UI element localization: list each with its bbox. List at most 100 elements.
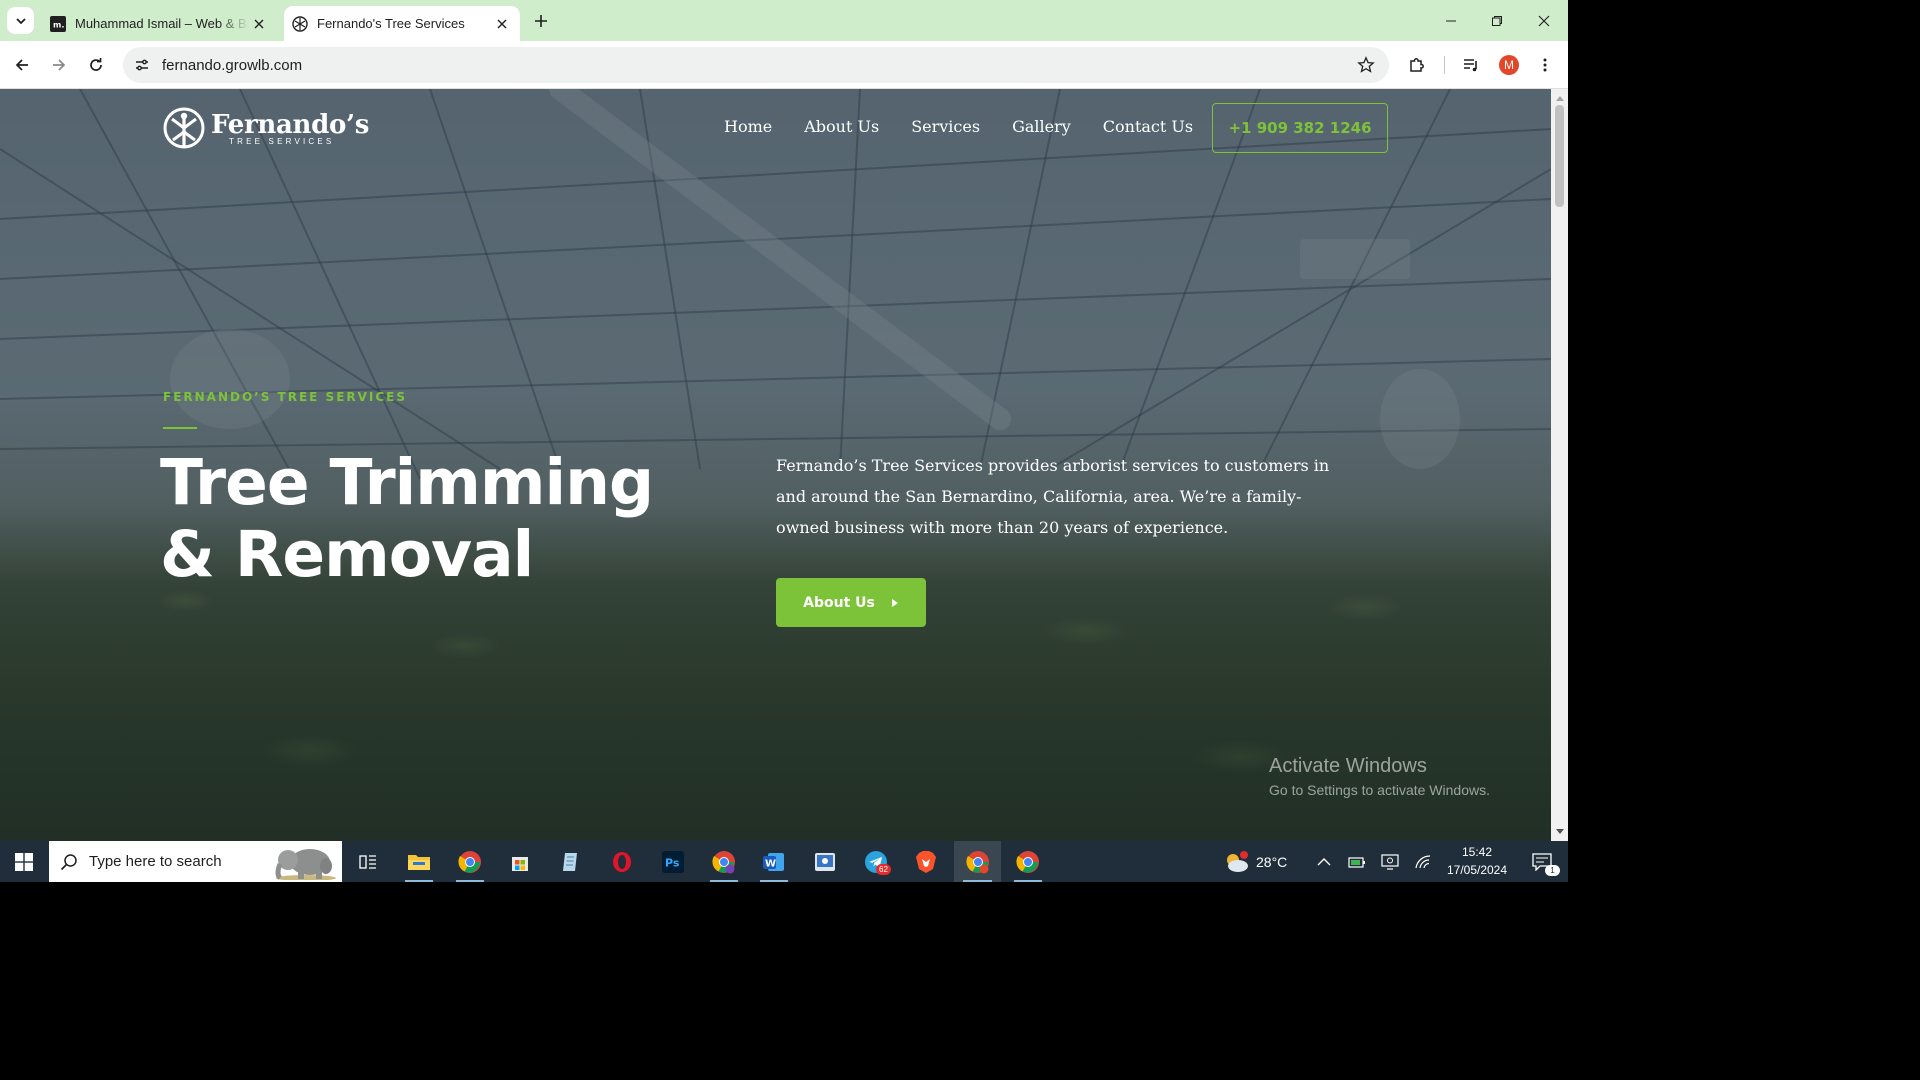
logo-name: Fernando’s bbox=[211, 109, 370, 140]
cta-label: About Us bbox=[803, 594, 875, 611]
photos-app[interactable] bbox=[802, 841, 848, 882]
phone-button[interactable]: +1 909 382 1246 bbox=[1212, 103, 1388, 153]
brave-app[interactable] bbox=[903, 841, 949, 882]
weather-widget[interactable]: 28°C bbox=[1224, 841, 1287, 882]
minimize-button[interactable] bbox=[1436, 6, 1466, 36]
task-view-button[interactable] bbox=[345, 841, 391, 882]
url-text[interactable]: fernando.growlb.com bbox=[162, 57, 1351, 74]
brave-lion-icon bbox=[916, 850, 936, 873]
photoshop-app[interactable]: Ps bbox=[650, 841, 696, 882]
playlist-icon bbox=[1464, 59, 1477, 72]
notification-count-badge: 1 bbox=[1545, 865, 1560, 876]
hero-title: Tree Trimming & Removal bbox=[160, 447, 720, 591]
network-status-icon[interactable] bbox=[1410, 841, 1436, 882]
opera-app[interactable] bbox=[599, 841, 645, 882]
notepad-app[interactable] bbox=[548, 841, 594, 882]
chrome-active-app[interactable] bbox=[954, 841, 1001, 882]
app-running-indicator bbox=[963, 880, 992, 882]
chrome-app[interactable] bbox=[447, 841, 493, 882]
close-tab-icon[interactable] bbox=[249, 14, 269, 34]
chrome-icon bbox=[458, 850, 481, 873]
extensions-button[interactable] bbox=[1403, 51, 1431, 79]
hero-title-line-2: & Removal bbox=[160, 518, 534, 591]
kebab-menu-icon bbox=[1543, 58, 1547, 72]
address-bar[interactable]: fernando.growlb.com bbox=[123, 47, 1389, 83]
app-running-indicator bbox=[405, 880, 433, 882]
monitor-icon bbox=[1381, 853, 1399, 870]
battery-status-icon[interactable] bbox=[1344, 841, 1370, 882]
wifi-icon bbox=[1415, 854, 1431, 868]
task-view-icon bbox=[359, 854, 376, 869]
site-info-icon[interactable] bbox=[125, 47, 159, 83]
restore-button[interactable] bbox=[1482, 6, 1512, 36]
nav-home[interactable]: Home bbox=[724, 117, 772, 136]
back-button[interactable] bbox=[8, 51, 36, 79]
watermark-subtitle: Go to Settings to activate Windows. bbox=[1269, 782, 1490, 798]
plus-icon bbox=[535, 15, 547, 27]
nav-services[interactable]: Services bbox=[911, 117, 980, 136]
about-us-button[interactable]: About Us bbox=[776, 578, 926, 627]
scroll-down-icon[interactable] bbox=[1555, 827, 1564, 836]
telegram-unread-badge: 62 bbox=[876, 864, 891, 875]
folder-icon bbox=[408, 854, 430, 870]
tab-title: Fernando's Tree Services bbox=[317, 16, 465, 31]
word-app[interactable]: W bbox=[751, 841, 797, 882]
scroll-up-icon[interactable] bbox=[1555, 93, 1564, 102]
nav-gallery[interactable]: Gallery bbox=[1012, 117, 1071, 136]
tab-fernandos[interactable]: Fernando's Tree Services bbox=[284, 6, 520, 41]
chrome-profile-app[interactable] bbox=[701, 841, 747, 882]
nav-about-us[interactable]: About Us bbox=[804, 117, 879, 136]
system-clock[interactable]: 15:42 17/05/2024 bbox=[1440, 843, 1514, 879]
start-button[interactable] bbox=[0, 841, 48, 882]
nav-contact-us[interactable]: Contact Us bbox=[1103, 117, 1193, 136]
chrome-icon bbox=[1016, 850, 1039, 873]
telegram-app[interactable]: 62 bbox=[853, 841, 899, 882]
weather-cloud-icon bbox=[1227, 850, 1248, 872]
app-running-indicator bbox=[456, 880, 484, 882]
search-placeholder: Type here to search bbox=[89, 853, 222, 870]
bookmark-star-icon[interactable] bbox=[1351, 50, 1381, 80]
page-viewport: Fernando’s TREE SERVICES Home About Us S… bbox=[0, 89, 1551, 841]
puzzle-icon bbox=[1410, 58, 1424, 72]
hero-description: Fernando’s Tree Services provides arbori… bbox=[776, 456, 1330, 537]
svg-text:Ps: Ps bbox=[665, 856, 680, 869]
site-logo[interactable]: Fernando’s TREE SERVICES bbox=[163, 104, 369, 152]
chrome-second-app[interactable] bbox=[1005, 841, 1051, 882]
chevron-up-icon bbox=[1317, 857, 1331, 865]
opera-icon bbox=[613, 851, 631, 872]
windows-taskbar: Type here to search Ps W 62 28°C 15:42 1… bbox=[0, 841, 1568, 882]
taskbar-search-box[interactable]: Type here to search bbox=[49, 841, 342, 882]
tab-muhammad-ismail[interactable]: m. Muhammad Ismail – Web & Brand bbox=[42, 6, 277, 41]
notification-center-button[interactable]: 1 bbox=[1522, 841, 1562, 882]
clock-date: 17/05/2024 bbox=[1446, 863, 1508, 877]
page-scrollbar[interactable] bbox=[1551, 89, 1568, 841]
profile-button[interactable]: M bbox=[1495, 51, 1523, 79]
photoshop-icon: Ps bbox=[662, 850, 684, 873]
forward-button[interactable] bbox=[45, 51, 73, 79]
show-hidden-icons-button[interactable] bbox=[1311, 841, 1337, 882]
close-tab-icon[interactable] bbox=[492, 14, 512, 34]
temperature-text: 28°C bbox=[1256, 853, 1288, 870]
chrome-icon bbox=[712, 850, 735, 873]
toolbar-divider bbox=[1444, 56, 1445, 74]
site-favicon-icon: m. bbox=[50, 15, 66, 32]
new-tab-button[interactable] bbox=[528, 8, 554, 34]
app-running-indicator bbox=[1014, 880, 1042, 882]
browser-menu-button[interactable] bbox=[1531, 51, 1559, 79]
close-window-button[interactable] bbox=[1529, 6, 1559, 36]
reload-icon bbox=[90, 58, 102, 71]
file-explorer-app[interactable] bbox=[396, 841, 442, 882]
word-icon: W bbox=[763, 852, 784, 871]
microsoft-store-app[interactable] bbox=[497, 841, 543, 882]
app-running-indicator bbox=[760, 880, 788, 882]
tree-favicon-icon bbox=[292, 15, 308, 32]
close-icon bbox=[1538, 15, 1550, 27]
tab-title: Muhammad Ismail – Web & Brand bbox=[75, 16, 249, 31]
tab-search-button[interactable] bbox=[7, 7, 34, 34]
minimize-icon bbox=[1446, 20, 1456, 22]
arrow-left-icon bbox=[15, 59, 28, 71]
media-controls-button[interactable] bbox=[1457, 51, 1485, 79]
display-settings-icon[interactable] bbox=[1377, 841, 1403, 882]
scroll-thumb[interactable] bbox=[1555, 105, 1564, 207]
reload-button[interactable] bbox=[82, 51, 110, 79]
